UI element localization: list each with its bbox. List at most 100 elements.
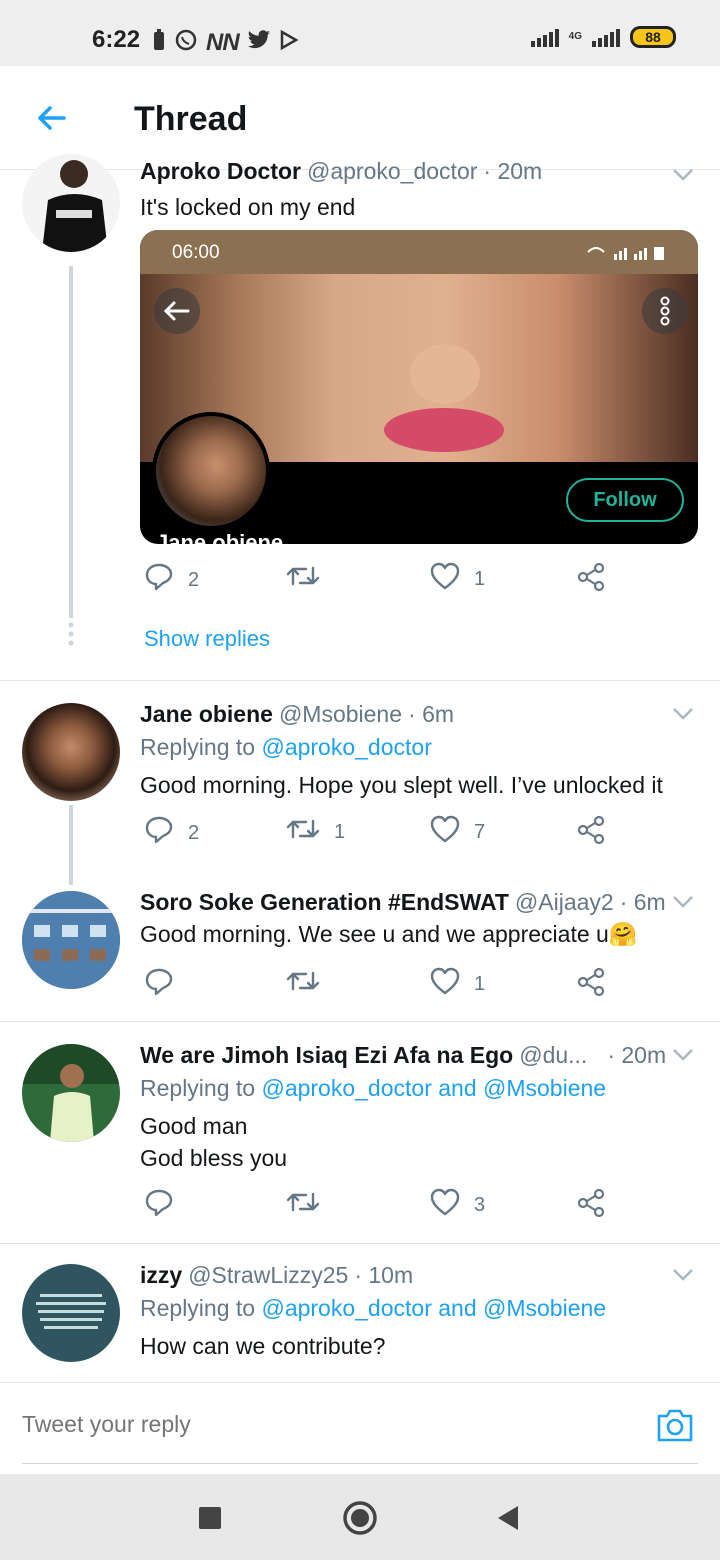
chevron-down-icon[interactable] xyxy=(672,168,694,182)
back-triangle-icon[interactable] xyxy=(488,1498,528,1538)
retweet-button[interactable] xyxy=(286,967,334,1001)
tweet-header: Aproko Doctor @aproko_doctor · 20m xyxy=(140,158,700,185)
user-handle[interactable]: @aproko_doctor xyxy=(307,158,477,185)
tweet-header: Jane obiene @Msobiene · 6m xyxy=(140,701,700,728)
user-name[interactable]: Aproko Doctor xyxy=(140,158,301,185)
thread-connector xyxy=(69,266,73,618)
replying-to: Replying to @aproko_doctor and @Msobiene xyxy=(140,1075,700,1102)
user-name[interactable]: We are Jimoh Isiaq Ezi Afa na Ego xyxy=(140,1042,513,1069)
back-arrow-icon[interactable] xyxy=(34,100,70,136)
share-button[interactable] xyxy=(576,562,606,598)
tweet-actions: 3 xyxy=(140,1188,620,1224)
status-right: 4G 88 xyxy=(530,26,676,48)
embed-photo-detail xyxy=(410,344,480,404)
tweet-text: Good morning. Hope you slept well. I’ve … xyxy=(140,772,663,798)
home-circle-icon[interactable] xyxy=(340,1498,380,1538)
user-handle[interactable]: @Aijaay2 xyxy=(515,889,614,916)
retweet-button[interactable] xyxy=(286,562,334,596)
reply-bar xyxy=(0,1382,720,1474)
signal-icon xyxy=(530,27,559,47)
recents-square-icon[interactable] xyxy=(190,1498,230,1538)
replying-mention[interactable]: @aproko_doctor and @Msobiene xyxy=(261,1295,606,1321)
share-icon xyxy=(576,562,606,598)
chevron-down-icon[interactable] xyxy=(672,707,694,721)
tweet-text-line: Good man xyxy=(140,1113,248,1139)
user-handle[interactable]: @StrawLizzy25 xyxy=(188,1262,348,1289)
replying-prefix: Replying to xyxy=(140,1075,256,1101)
chevron-down-icon[interactable] xyxy=(672,1268,694,1282)
reply-input[interactable] xyxy=(22,1411,582,1438)
like-count: 1 xyxy=(474,972,486,995)
share-button[interactable] xyxy=(576,967,606,1003)
reply-button[interactable] xyxy=(144,1188,188,1224)
tweet-jane-obiene[interactable]: Jane obiene @Msobiene · 6m Replying to @… xyxy=(0,681,720,885)
avatar[interactable] xyxy=(22,1044,120,1142)
like-button[interactable]: 1 xyxy=(430,562,485,596)
reply-underline xyxy=(22,1463,698,1464)
tweet-izzy[interactable]: izzy @StrawLizzy25 · 10m Replying to @ap… xyxy=(0,1244,720,1382)
retweet-icon xyxy=(286,562,320,596)
heart-icon xyxy=(430,1188,460,1222)
user-handle[interactable]: @du... xyxy=(519,1042,587,1069)
tweet-actions: 2 1 xyxy=(140,562,620,598)
reply-button[interactable] xyxy=(144,967,188,1003)
replying-prefix: Replying to xyxy=(140,1295,256,1321)
tweet-content: Aproko Doctor @aproko_doctor · 20m It's … xyxy=(140,158,700,223)
reply-icon xyxy=(144,1188,174,1224)
camera-icon[interactable] xyxy=(656,1407,694,1443)
like-button[interactable]: 1 xyxy=(430,967,485,1001)
tweet-time: · 20m xyxy=(483,158,543,184)
user-name[interactable]: izzy xyxy=(140,1262,182,1289)
like-count: 1 xyxy=(474,567,486,590)
retweet-button[interactable]: 1 xyxy=(286,815,345,849)
tweet-header: We are Jimoh Isiaq Ezi Afa na Ego @du...… xyxy=(140,1042,700,1069)
retweet-count: 1 xyxy=(334,820,346,843)
replying-mention[interactable]: @aproko_doctor xyxy=(261,734,431,760)
network-type: 4G xyxy=(568,31,582,42)
like-button[interactable]: 3 xyxy=(430,1188,485,1222)
reply-button[interactable]: 2 xyxy=(144,815,199,851)
tweet-time: · 20m xyxy=(607,1042,667,1068)
whatsapp-icon xyxy=(174,28,198,58)
avatar[interactable] xyxy=(22,154,120,252)
avatar[interactable] xyxy=(22,891,120,989)
user-handle[interactable]: @Msobiene xyxy=(279,701,402,728)
heart-icon xyxy=(430,562,460,596)
signal-icon-2 xyxy=(592,27,620,47)
show-replies-link[interactable]: Show replies xyxy=(144,626,270,652)
embed-profile-name: Jane obiene xyxy=(156,530,284,544)
replying-to: Replying to @aproko_doctor xyxy=(140,734,700,761)
reply-button[interactable]: 2 xyxy=(144,562,199,598)
share-button[interactable] xyxy=(576,1188,606,1224)
notification-icons: NN xyxy=(152,28,299,58)
reply-count: 2 xyxy=(188,821,200,844)
avatar[interactable] xyxy=(22,1264,120,1362)
avatar[interactable] xyxy=(22,703,120,801)
share-icon xyxy=(576,1188,606,1224)
retweet-icon xyxy=(286,967,320,1001)
tweet-actions: 1 xyxy=(140,967,620,1003)
tweet-image[interactable]: 06:00 Follow Jane obiene xyxy=(140,230,698,544)
twitter-icon xyxy=(247,30,271,56)
replying-mention[interactable]: @aproko_doctor and @Msobiene xyxy=(261,1075,606,1101)
reply-icon xyxy=(144,562,174,598)
thread-dots xyxy=(67,622,75,646)
retweet-button[interactable] xyxy=(286,1188,334,1222)
user-name[interactable]: Soro Soke Generation #EndSWAT xyxy=(140,889,509,916)
like-button[interactable]: 7 xyxy=(430,815,485,849)
heart-icon xyxy=(430,967,460,1001)
embed-follow-button: Follow xyxy=(566,478,684,522)
user-name[interactable]: Jane obiene xyxy=(140,701,273,728)
tweet-soro-soke[interactable]: Soro Soke Generation #EndSWAT @Aijaay2 ·… xyxy=(0,871,720,1021)
tweet-header: Soro Soke Generation #EndSWAT @Aijaay2 ·… xyxy=(140,889,700,916)
chevron-down-icon[interactable] xyxy=(672,895,694,909)
embed-back-icon xyxy=(154,288,200,334)
share-button[interactable] xyxy=(576,815,606,851)
tweet-jimoh-isiaq[interactable]: We are Jimoh Isiaq Ezi Afa na Ego @du...… xyxy=(0,1022,720,1242)
embed-more-icon xyxy=(642,288,688,334)
reply-count: 2 xyxy=(188,568,200,591)
retweet-icon xyxy=(286,1188,320,1222)
chevron-down-icon[interactable] xyxy=(672,1048,694,1062)
app-header: Thread xyxy=(0,66,720,170)
retweet-icon xyxy=(286,815,320,849)
